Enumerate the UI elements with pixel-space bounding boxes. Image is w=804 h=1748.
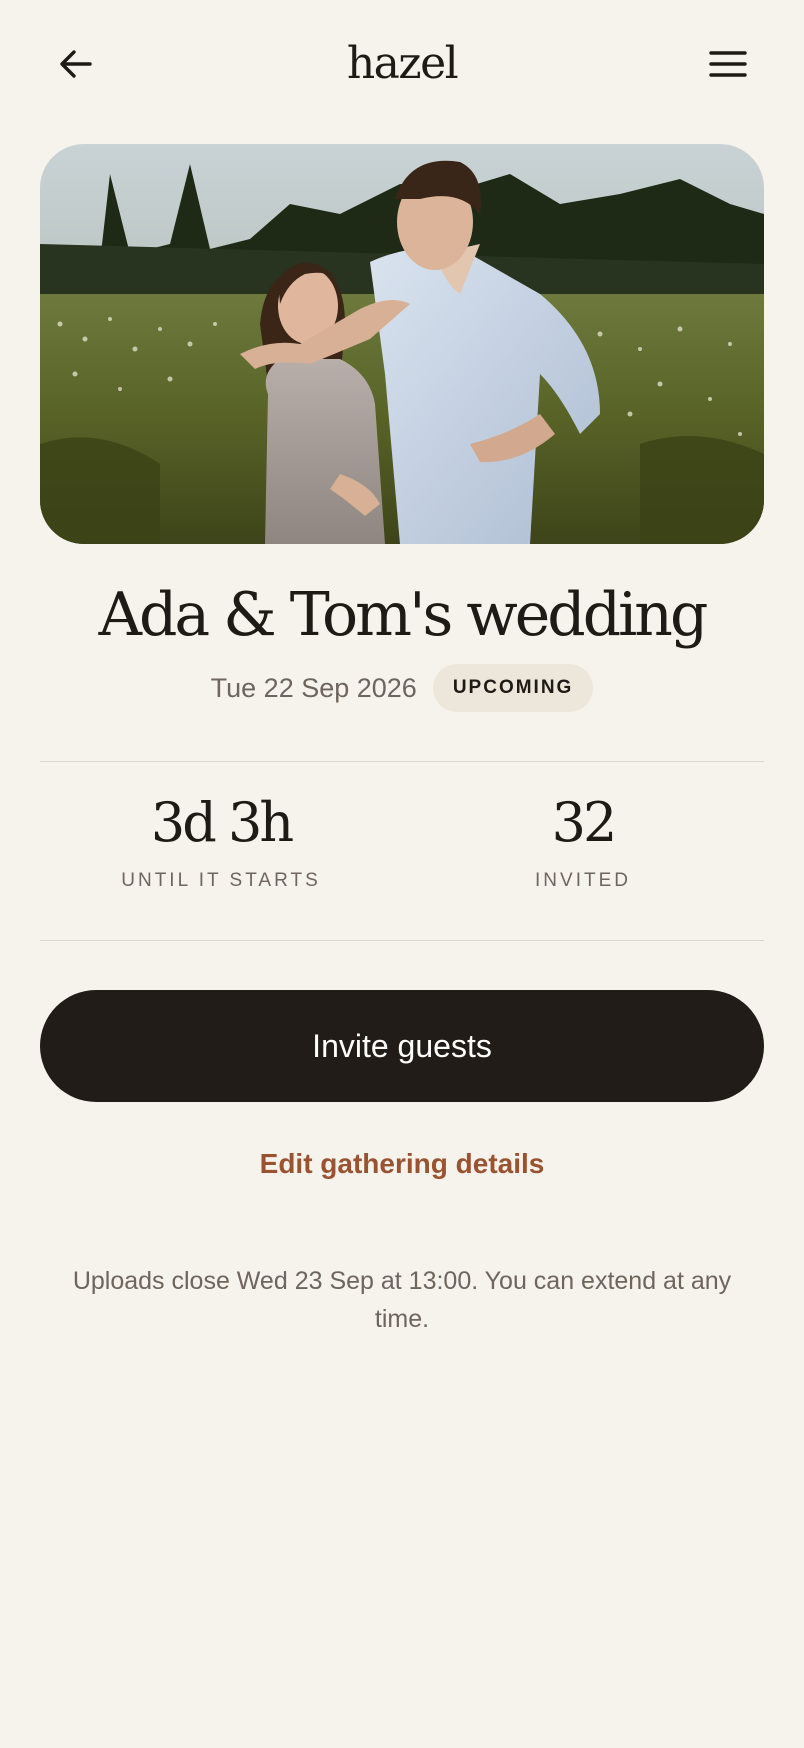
- menu-button[interactable]: [702, 40, 754, 88]
- event-date: Tue 22 Sep 2026: [210, 672, 417, 703]
- app-logo: hazel: [346, 38, 459, 89]
- top-bar: hazel: [0, 0, 804, 130]
- event-title: Ada & Tom's wedding: [98, 580, 709, 650]
- stat-countdown: 3d 3h UNTIL IT STARTS: [40, 762, 402, 892]
- edit-gathering-link[interactable]: Edit gathering details: [0, 1148, 804, 1180]
- couple-photo-image: [40, 144, 764, 544]
- hero-photo: [40, 144, 764, 544]
- divider-bottom: [40, 940, 764, 941]
- hamburger-menu-icon: [709, 51, 747, 77]
- stat-invited: 32 INVITED: [402, 762, 764, 892]
- stats-row: 3d 3h UNTIL IT STARTS 32 INVITED: [40, 762, 764, 940]
- invited-value: 32: [551, 791, 618, 854]
- event-meta-row: Tue 22 Sep 2026 UPCOMING: [0, 664, 804, 712]
- status-badge: UPCOMING: [432, 664, 594, 712]
- invite-guests-button[interactable]: Invite guests: [40, 990, 764, 1102]
- countdown-label: UNTIL IT STARTS: [121, 870, 321, 891]
- countdown-value: 3d 3h: [150, 791, 294, 854]
- uploads-note: Uploads close Wed 23 Sep at 13:00. You c…: [72, 1267, 732, 1333]
- invited-label: INVITED: [535, 870, 631, 891]
